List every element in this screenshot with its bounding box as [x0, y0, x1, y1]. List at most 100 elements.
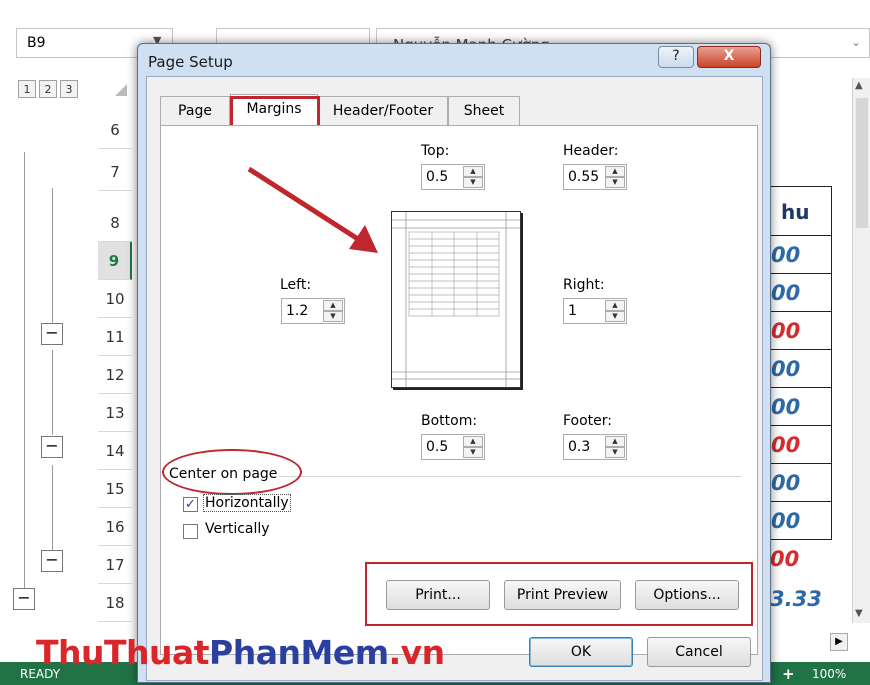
- row-header[interactable]: 8: [98, 204, 132, 242]
- left-margin-spinner[interactable]: 1.2 ▲ ▼: [281, 298, 345, 324]
- horizontally-label[interactable]: Horizontally: [203, 494, 291, 512]
- row-header[interactable]: 13: [98, 394, 132, 432]
- collapse-group-button[interactable]: −: [41, 436, 63, 458]
- highlight-box: [230, 96, 320, 128]
- outline-bar: [52, 188, 53, 323]
- page-setup-dialog: Page Setup ? X Page Margins Header/Foote…: [137, 43, 771, 683]
- ok-button[interactable]: OK: [529, 637, 633, 667]
- chevron-down-icon[interactable]: ⌄: [851, 35, 861, 49]
- bottom-label: Bottom:: [421, 413, 478, 429]
- outline-bar: [24, 152, 25, 592]
- data-cell[interactable]: 00: [770, 236, 832, 274]
- page-preview: [391, 211, 521, 388]
- footer-label: Footer:: [563, 413, 613, 429]
- cancel-button[interactable]: Cancel: [647, 637, 751, 667]
- bottom-margin-spinner[interactable]: 0.5 ▲ ▼: [421, 434, 485, 460]
- group-divider: [279, 476, 741, 477]
- annotation-arrow-icon: [247, 166, 378, 253]
- top-margin-value: 0.5: [426, 169, 449, 185]
- data-cell[interactable]: 00: [770, 350, 832, 388]
- row-header[interactable]: 15: [98, 470, 132, 508]
- watermark-logo: ThuThuatPhanMem.vn: [36, 633, 445, 672]
- horizontally-checkbox[interactable]: ✓: [183, 497, 198, 512]
- left-label: Left:: [280, 277, 312, 293]
- select-all-corner[interactable]: [115, 84, 127, 96]
- column-header-cell[interactable]: hu: [770, 186, 832, 236]
- spin-up-icon[interactable]: ▲: [463, 436, 483, 447]
- print-preview-button[interactable]: Print Preview: [504, 580, 621, 610]
- right-margin-value: 1: [568, 303, 577, 319]
- row-header[interactable]: 17: [98, 546, 132, 584]
- footer-margin-value: 0.3: [568, 439, 591, 455]
- spin-up-icon[interactable]: ▲: [605, 300, 625, 311]
- highlight-ellipse: [162, 449, 302, 495]
- spin-up-icon[interactable]: ▲: [605, 436, 625, 447]
- outline-level-2[interactable]: 2: [39, 80, 57, 98]
- row-header[interactable]: 10: [98, 280, 132, 318]
- spin-up-icon[interactable]: ▲: [463, 166, 483, 177]
- collapse-group-button[interactable]: −: [13, 588, 35, 610]
- spin-down-icon[interactable]: ▼: [323, 311, 343, 322]
- spin-up-icon[interactable]: ▲: [605, 166, 625, 177]
- data-cell[interactable]: 00: [770, 464, 832, 502]
- data-cell[interactable]: 00: [770, 502, 832, 540]
- row-header[interactable]: 6: [98, 111, 132, 149]
- vertical-scrollbar[interactable]: ▲ ▼: [852, 78, 870, 623]
- tab-sheet[interactable]: Sheet: [448, 96, 520, 126]
- row-header[interactable]: 14: [98, 432, 132, 470]
- spin-down-icon[interactable]: ▼: [605, 311, 625, 322]
- data-cell[interactable]: 00: [770, 540, 832, 578]
- tab-page[interactable]: Page: [160, 96, 230, 126]
- options-button[interactable]: Options...: [635, 580, 739, 610]
- help-button[interactable]: ?: [658, 46, 694, 68]
- spin-down-icon[interactable]: ▼: [605, 447, 625, 458]
- data-cell[interactable]: 00: [770, 274, 832, 312]
- collapse-group-button[interactable]: −: [41, 550, 63, 572]
- zoom-level[interactable]: 100%: [812, 667, 846, 681]
- print-button[interactable]: Print...: [386, 580, 490, 610]
- right-label: Right:: [563, 277, 605, 293]
- scroll-down-icon[interactable]: ▼: [855, 608, 863, 619]
- dialog-title: Page Setup: [148, 53, 233, 71]
- top-label: Top:: [421, 143, 450, 159]
- data-cell[interactable]: 00: [770, 388, 832, 426]
- outline-bar: [52, 350, 53, 435]
- tab-header-footer[interactable]: Header/Footer: [318, 96, 448, 126]
- outline-level-1[interactable]: 1: [18, 80, 36, 98]
- outline-bar: [52, 465, 53, 550]
- data-cell[interactable]: 00: [770, 312, 832, 350]
- watermark-part1: ThuThuat: [36, 633, 210, 672]
- zoom-in-icon[interactable]: +: [782, 665, 795, 683]
- scroll-right-icon[interactable]: ▶: [830, 633, 848, 651]
- vertically-label[interactable]: Vertically: [205, 521, 270, 537]
- row-header[interactable]: 18: [98, 584, 132, 622]
- row-header[interactable]: 7: [98, 153, 132, 191]
- spin-down-icon[interactable]: ▼: [463, 177, 483, 188]
- scroll-up-icon[interactable]: ▲: [855, 80, 863, 91]
- footer-margin-spinner[interactable]: 0.3 ▲ ▼: [563, 434, 627, 460]
- top-margin-spinner[interactable]: 0.5 ▲ ▼: [421, 164, 485, 190]
- data-cell[interactable]: 00: [770, 426, 832, 464]
- spin-up-icon[interactable]: ▲: [323, 300, 343, 311]
- header-margin-spinner[interactable]: 0.55 ▲ ▼: [563, 164, 627, 190]
- row-header[interactable]: 11: [98, 318, 132, 356]
- header-margin-value: 0.55: [568, 169, 600, 185]
- left-margin-value: 1.2: [286, 303, 309, 319]
- collapse-group-button[interactable]: −: [41, 323, 63, 345]
- name-box-value: B9: [27, 35, 46, 51]
- page-preview-graphic: [392, 212, 520, 387]
- vertically-checkbox[interactable]: [183, 524, 198, 539]
- outline-level-3[interactable]: 3: [60, 80, 78, 98]
- row-header[interactable]: 16: [98, 508, 132, 546]
- watermark-part3: .vn: [388, 633, 446, 672]
- scroll-thumb[interactable]: [856, 98, 868, 228]
- row-header-selected[interactable]: 9: [98, 242, 132, 280]
- right-margin-spinner[interactable]: 1 ▲ ▼: [563, 298, 627, 324]
- data-cell[interactable]: 3.33: [770, 580, 850, 618]
- header-label: Header:: [563, 143, 619, 159]
- margins-panel: Top: 0.5 ▲ ▼ Header: 0.55 ▲ ▼ Left: 1.2 ▲ ▼…: [160, 125, 758, 655]
- row-header[interactable]: 12: [98, 356, 132, 394]
- close-button[interactable]: X: [697, 46, 761, 68]
- spin-down-icon[interactable]: ▼: [463, 447, 483, 458]
- spin-down-icon[interactable]: ▼: [605, 177, 625, 188]
